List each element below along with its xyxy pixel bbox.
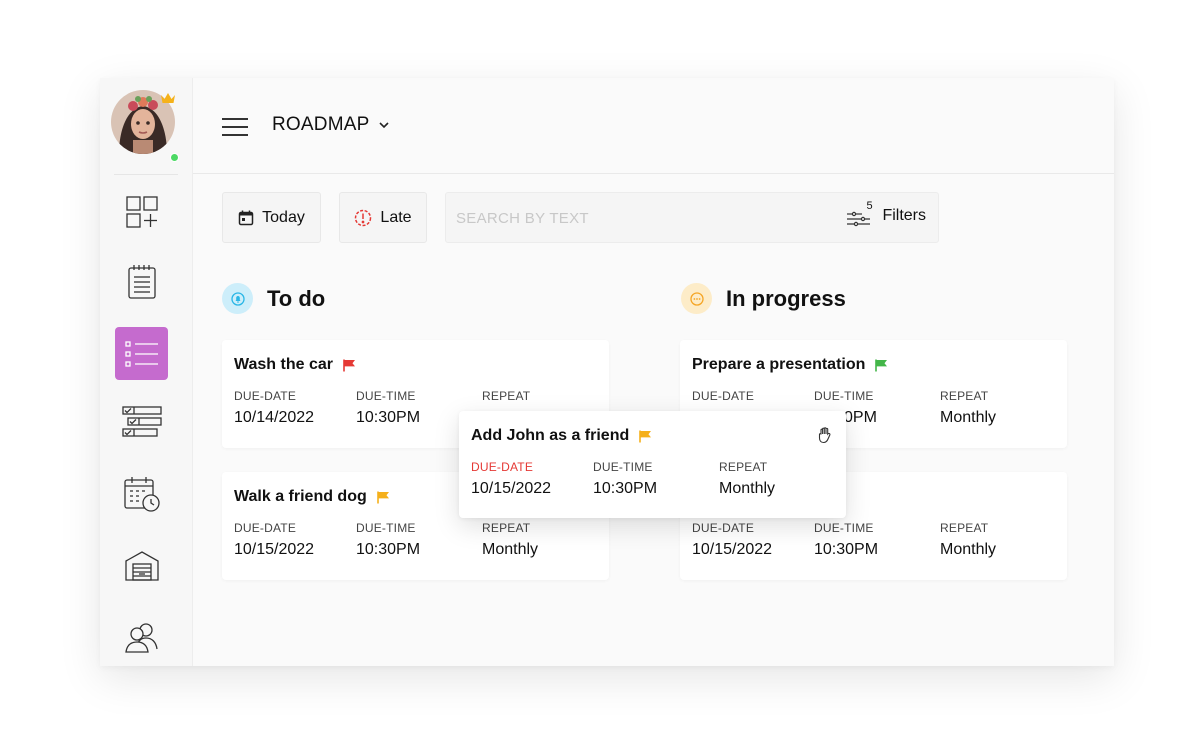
repeat-label: REPEAT [482, 389, 531, 403]
due-date-label: DUE-DATE [692, 389, 755, 403]
filters-button[interactable]: 5 Filters [846, 200, 926, 227]
repeat-value: Monthly [482, 541, 539, 558]
repeat-label: REPEAT [719, 460, 768, 474]
sidebar-item-tasks[interactable] [115, 327, 168, 380]
flag-icon [639, 430, 652, 442]
users-icon [124, 622, 158, 653]
crown-icon [161, 93, 175, 103]
search-input[interactable] [456, 207, 816, 229]
today-label: Today [262, 208, 305, 226]
board-selector[interactable]: ROADMAP [272, 114, 390, 136]
sidebar-item-notes[interactable] [115, 255, 168, 308]
due-time-value: 10:30PM [593, 480, 658, 497]
due-date-label: DUE-DATE [692, 521, 755, 535]
repeat-value: Monthly [719, 480, 776, 497]
filters-count: 5 [866, 200, 873, 212]
top-bar: ROADMAP [193, 78, 1114, 174]
sidebar-item-dashboard[interactable] [115, 185, 168, 238]
due-time-label: DUE-TIME [814, 389, 874, 403]
late-label: Late [380, 208, 412, 226]
due-date-label: DUE-DATE [234, 521, 297, 535]
filters-label: Filters [882, 207, 926, 224]
due-date-value: 10/14/2022 [234, 409, 315, 426]
column-title: In progress [726, 285, 846, 311]
task-title: Walk a friend dog [234, 488, 367, 505]
repeat-label: REPEAT [482, 521, 531, 535]
due-time-value: 10:30PM [814, 541, 879, 558]
due-time-label: DUE-TIME [593, 460, 653, 474]
search-box: 5 Filters [445, 192, 939, 243]
calendar-clock-icon [123, 476, 160, 512]
alert-circle-icon [355, 209, 372, 226]
dragged-task-card[interactable]: Add John as a friend DUE-DATE 10/15/2022… [459, 411, 846, 518]
board-title: ROADMAP [272, 114, 370, 135]
menu-icon[interactable] [222, 118, 248, 136]
due-time-value: 10:30PM [356, 541, 421, 558]
due-date-value: 10/15/2022 [471, 480, 552, 497]
sidebar-divider [114, 174, 178, 175]
due-date-label: DUE-DATE [234, 389, 297, 403]
due-date-value: 10/15/2022 [234, 541, 315, 558]
sidebar-item-checklists[interactable] [115, 395, 168, 448]
late-button[interactable]: Late [339, 192, 427, 243]
column-title: To do [267, 285, 326, 311]
repeat-value: Monthly [940, 409, 997, 426]
due-date-value: 10/15/2022 [692, 541, 773, 558]
chevron-down-icon [379, 121, 390, 128]
repeat-label: REPEAT [940, 389, 989, 403]
garage-icon [124, 550, 159, 581]
today-button[interactable]: Today [222, 192, 321, 243]
bell-icon [222, 283, 253, 314]
flag-icon [376, 491, 389, 503]
add-widget-icon [125, 195, 158, 228]
flag-icon [343, 359, 355, 371]
calendar-icon [238, 210, 254, 225]
checklist-icon [121, 405, 162, 437]
flag-icon [875, 359, 888, 371]
list-icon [124, 340, 158, 367]
app-window: ROADMAP Today Late SEARCH BY TEXT 5 Filt… [100, 78, 1114, 666]
due-date-label: DUE-DATE [471, 460, 534, 474]
task-title: Wash the car [234, 356, 333, 373]
column-header-todo: To do [222, 283, 325, 314]
task-title: Prepare a presentation [692, 356, 866, 373]
more-icon [681, 283, 712, 314]
repeat-label: REPEAT [940, 521, 989, 535]
user-avatar[interactable] [111, 90, 179, 162]
due-time-label: DUE-TIME [814, 521, 874, 535]
repeat-value: Monthly [940, 541, 997, 558]
notepad-icon [127, 264, 156, 299]
sidebar-item-calendar[interactable] [115, 467, 168, 520]
sidebar-item-team[interactable] [115, 610, 168, 663]
task-title: Add John as a friend [471, 427, 630, 444]
due-time-label: DUE-TIME [356, 521, 416, 535]
sidebar [100, 78, 193, 666]
online-status-dot [170, 153, 179, 162]
grab-hand-icon[interactable] [816, 425, 836, 445]
sidebar-item-warehouse[interactable] [115, 538, 168, 591]
due-time-value: 10:30PM [356, 409, 421, 426]
column-header-in-progress: In progress [681, 283, 846, 314]
due-time-label: DUE-TIME [356, 389, 416, 403]
